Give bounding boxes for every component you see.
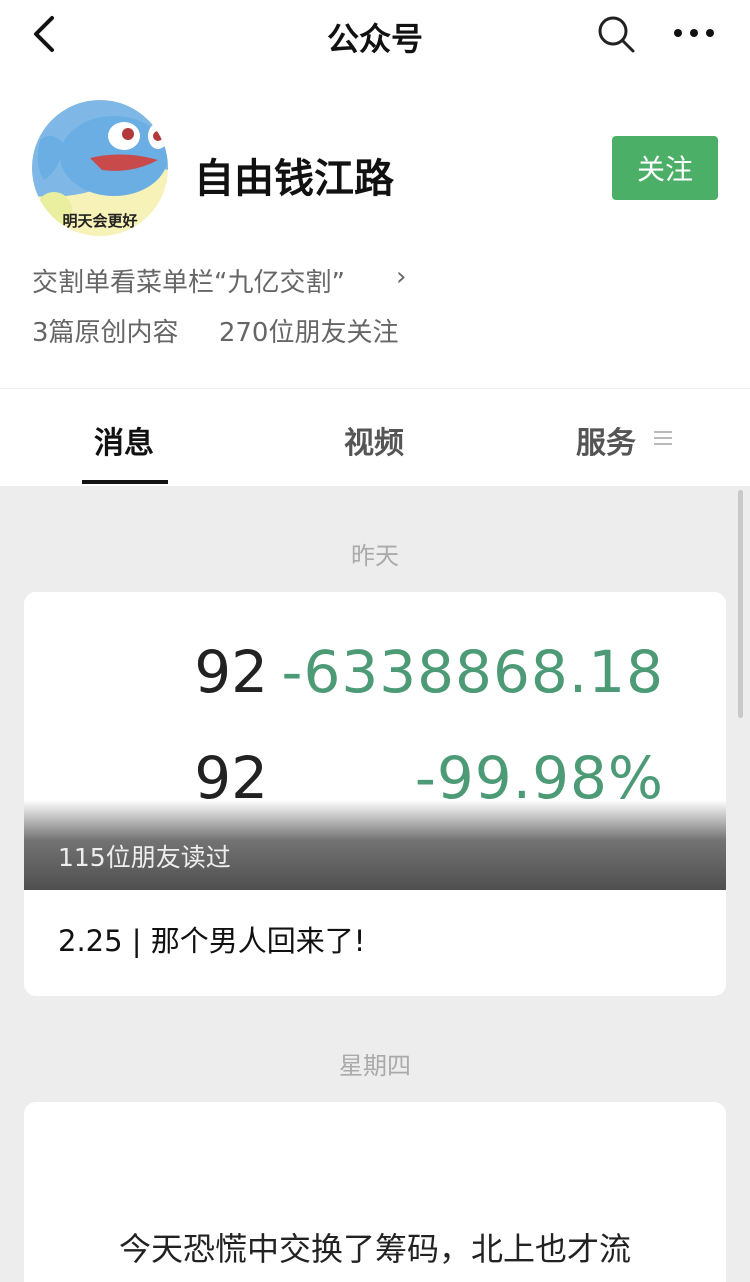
article-title[interactable]: 2.25 | 那个男人回来了! <box>58 918 365 960</box>
read-count: 115位朋友读过 <box>58 843 231 872</box>
article-card[interactable]: 92 -6338868.18 92 -99.98% 115位朋友读过 2.25 … <box>24 592 726 996</box>
account-description[interactable]: 交割单看菜单栏“九亿交割” <box>32 262 345 299</box>
nav-bar: 公众号 <box>0 0 750 70</box>
original-count: 3篇原创内容 <box>32 318 179 348</box>
cover-row: 92 -6338868.18 <box>24 638 726 718</box>
avatar[interactable]: 明天会更好 <box>32 100 168 236</box>
more-icon[interactable] <box>670 18 718 48</box>
date-label: 昨天 <box>351 542 399 570</box>
tab-messages[interactable]: 消息 <box>94 418 154 462</box>
divider <box>0 388 750 389</box>
cover-row-count: 92 <box>194 638 268 706</box>
account-header: 公众号 明天会更好 自由钱江路 关注 交割单看菜单栏“九亿交割” › 3篇原创内… <box>0 0 750 486</box>
cover-row-value: -6338868.18 <box>281 638 664 706</box>
search-icon[interactable] <box>594 12 638 56</box>
scrollbar[interactable] <box>738 490 743 718</box>
date-label: 星期四 <box>339 1052 411 1080</box>
message-text: 今天恐慌中交换了筹码，北上也才流 <box>118 1230 631 1268</box>
account-stats: 3篇原创内容 270位朋友关注 <box>32 312 398 349</box>
follower-count: 270位朋友关注 <box>218 318 399 348</box>
follow-button[interactable]: 关注 <box>612 136 718 200</box>
tab-services[interactable]: 服务 <box>576 418 636 462</box>
avatar-caption: 明天会更好 <box>62 212 138 230</box>
menu-lines-icon[interactable] <box>654 430 672 446</box>
message-card[interactable]: 今天恐慌中交换了筹码，北上也才流 <box>24 1102 726 1282</box>
account-name: 自由钱江路 <box>194 156 394 202</box>
chevron-right-icon[interactable]: › <box>396 262 406 292</box>
active-tab-indicator <box>82 480 168 484</box>
tab-videos[interactable]: 视频 <box>344 418 404 462</box>
article-cover: 92 -6338868.18 92 -99.98% 115位朋友读过 <box>24 592 726 890</box>
